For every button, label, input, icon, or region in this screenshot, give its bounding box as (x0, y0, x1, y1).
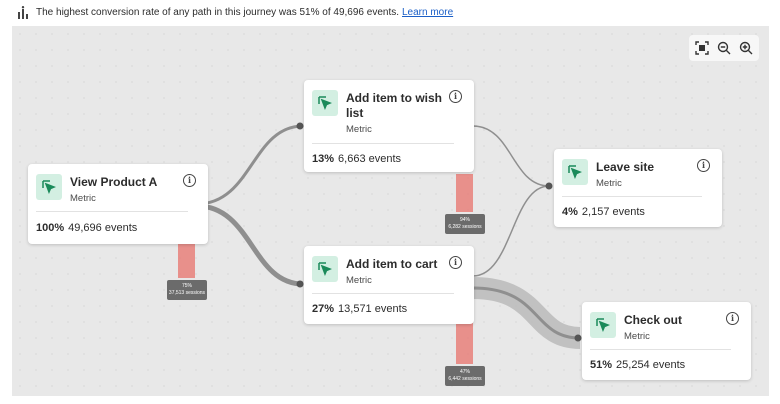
node-events: 6,663 events (338, 153, 402, 165)
node-divider (312, 293, 454, 294)
connector-dot (296, 280, 304, 288)
node-events: 25,254 events (616, 359, 686, 371)
node-stats: 4% 2,157 events (562, 206, 645, 218)
flow-cart-to-checkout (472, 277, 581, 349)
node-type: Metric (596, 178, 622, 189)
node-divider (590, 349, 731, 350)
flow-view-to-cart (196, 203, 304, 287)
cursor-click-icon (562, 159, 588, 185)
dropoff-ribbon-view-product (178, 242, 195, 278)
connector-dot (545, 182, 553, 190)
cursor-click-icon (312, 256, 338, 282)
cursor-click-icon (312, 90, 338, 116)
zoom-controls (689, 35, 759, 61)
zoom-out-icon[interactable] (717, 41, 731, 55)
node-divider (562, 196, 702, 197)
node-stats: 27% 13,571 events (312, 303, 407, 315)
node-divider (36, 211, 188, 212)
node-stats: 100% 49,696 events (36, 222, 137, 234)
node-percent: 51% (590, 359, 613, 371)
node-title: Leave site (596, 160, 655, 174)
insight-text: The highest conversion rate of any path … (36, 7, 453, 18)
node-type: Metric (70, 193, 96, 204)
dropoff-label-cart[interactable]: 47% 6,442 sessions (445, 366, 485, 386)
node-events: 49,696 events (68, 222, 138, 234)
dropoff-percent: 94% (459, 217, 470, 223)
dropoff-percent: 75% (181, 283, 192, 289)
info-icon[interactable]: i (449, 90, 462, 103)
dropoff-label-view-product[interactable]: 75% 37,513 sessions (167, 280, 207, 300)
node-title: Check out (624, 313, 683, 327)
node-type: Metric (624, 331, 650, 342)
dropoff-label-wishlist[interactable]: 94% 6,282 sessions (445, 214, 485, 234)
info-icon[interactable]: i (183, 174, 196, 187)
node-title: Add item to wish list (346, 91, 442, 121)
dropoff-sessions: 37,513 sessions (168, 290, 206, 296)
node-stats: 51% 25,254 events (590, 359, 685, 371)
node-type: Metric (346, 124, 372, 135)
node-events: 13,571 events (338, 303, 408, 315)
node-title: View Product A (70, 175, 158, 189)
node-percent: 100% (36, 222, 65, 234)
node-stats: 13% 6,663 events (312, 153, 401, 165)
dropoff-sessions: 6,282 sessions (448, 224, 482, 230)
dropoff-sessions: 6,442 sessions (448, 376, 482, 382)
insight-chart-icon (18, 6, 28, 19)
dropoff-ribbon-wishlist (456, 174, 473, 212)
node-check-out[interactable]: Check out Metric i 51% 25,254 events (582, 302, 751, 380)
cursor-click-icon (590, 312, 616, 338)
node-divider (312, 143, 454, 144)
dropoff-ribbon-cart (456, 322, 473, 364)
journey-canvas[interactable]: View Product A Metric i 100% 49,696 event… (12, 26, 769, 396)
node-leave-site[interactable]: Leave site Metric i 4% 2,157 events (554, 149, 722, 227)
node-percent: 27% (312, 303, 335, 315)
fit-to-screen-icon[interactable] (695, 41, 709, 55)
node-add-to-cart[interactable]: Add item to cart Metric i 27% 13,571 even… (304, 246, 474, 324)
zoom-in-icon[interactable] (739, 41, 753, 55)
insight-message: The highest conversion rate of any path … (36, 7, 399, 18)
flow-view-to-wishlist (196, 124, 304, 206)
node-view-product[interactable]: View Product A Metric i 100% 49,696 event… (28, 164, 208, 244)
connector-dot (296, 122, 304, 130)
info-icon[interactable]: i (449, 256, 462, 269)
cursor-click-icon (36, 174, 62, 200)
flow-wishlist-to-leave (472, 125, 550, 187)
node-add-to-wishlist[interactable]: Add item to wish list Metric i 13% 6,663 e… (304, 80, 474, 172)
connector-dot (574, 334, 582, 342)
node-type: Metric (346, 275, 372, 286)
node-events: 2,157 events (581, 206, 645, 218)
info-icon[interactable]: i (697, 159, 710, 172)
dropoff-percent: 47% (459, 369, 470, 375)
node-title-line: list (346, 106, 364, 120)
insight-banner: The highest conversion rate of any path … (0, 0, 780, 26)
node-title-line: Add item to wish (346, 91, 442, 105)
learn-more-link[interactable]: Learn more (402, 7, 453, 18)
info-icon[interactable]: i (726, 312, 739, 325)
node-percent: 4% (562, 206, 578, 218)
node-percent: 13% (312, 153, 335, 165)
node-title: Add item to cart (346, 257, 438, 271)
